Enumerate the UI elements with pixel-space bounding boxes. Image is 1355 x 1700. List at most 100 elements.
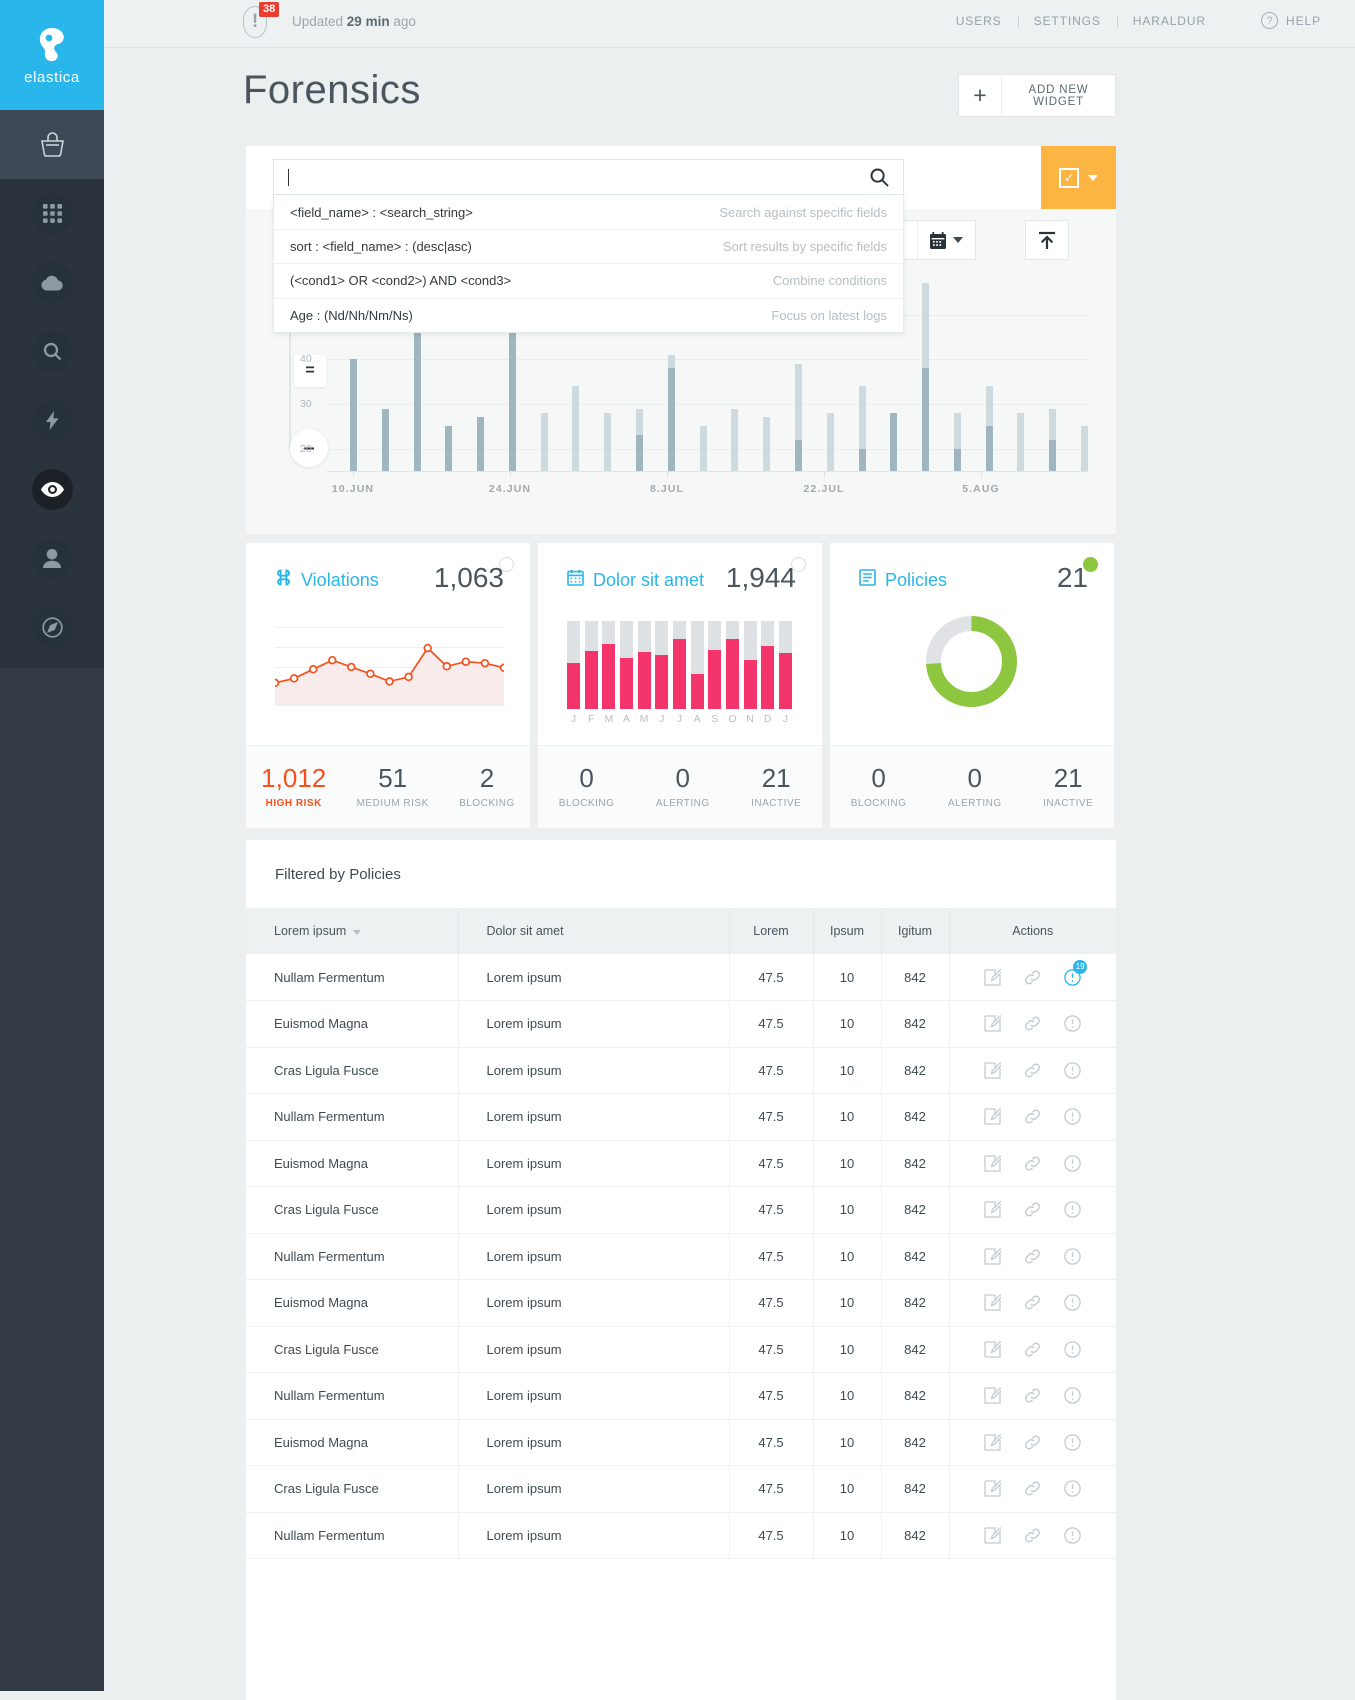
link-icon[interactable]: [1024, 1062, 1041, 1079]
chart-bar[interactable]: [1049, 409, 1056, 472]
search-suggestion-item[interactable]: <field_name> : <search_string> Search ag…: [274, 195, 903, 229]
mini-bar[interactable]: [726, 621, 739, 709]
table-row[interactable]: Euismod MagnaLorem ipsum47.510842: [246, 1280, 1116, 1327]
info-icon[interactable]: [1064, 1155, 1081, 1172]
table-row[interactable]: Nullam FermentumLorem ipsum47.510842: [246, 1094, 1116, 1141]
help-button[interactable]: ? HELP: [1261, 12, 1321, 29]
table-row[interactable]: Cras Ligula FusceLorem ipsum47.510842: [246, 1047, 1116, 1094]
nav-link-users[interactable]: USERS: [940, 14, 1018, 28]
table-row[interactable]: Cras Ligula FusceLorem ipsum47.510842: [246, 1466, 1116, 1513]
column-header-lorem-ipsum[interactable]: Lorem ipsum: [246, 908, 458, 954]
table-row[interactable]: Euismod MagnaLorem ipsum47.510842: [246, 1001, 1116, 1048]
link-icon[interactable]: [1024, 1527, 1041, 1544]
export-button[interactable]: [1025, 220, 1069, 260]
table-row[interactable]: Euismod MagnaLorem ipsum47.510842: [246, 1140, 1116, 1187]
chart-bar[interactable]: [922, 283, 929, 471]
sidebar-item-activity[interactable]: [0, 386, 104, 455]
mini-bar[interactable]: [744, 621, 757, 709]
edit-icon[interactable]: [984, 1294, 1001, 1311]
brand-logo[interactable]: elastica: [0, 0, 104, 110]
mini-bar[interactable]: [673, 621, 686, 709]
chart-bar[interactable]: [350, 359, 357, 471]
column-header-ipsum[interactable]: Ipsum: [813, 908, 881, 954]
chart-bar[interactable]: [827, 413, 834, 471]
chart-bar[interactable]: [763, 417, 770, 471]
chart-bar[interactable]: [477, 417, 484, 471]
link-icon[interactable]: [1024, 1294, 1041, 1311]
chart-bar[interactable]: [700, 426, 707, 471]
chart-bar[interactable]: [604, 413, 611, 471]
search-suggestion-item[interactable]: sort : <field_name> : (desc|asc) Sort re…: [274, 229, 903, 263]
link-icon[interactable]: [1024, 1155, 1041, 1172]
sidebar-item-users[interactable]: [0, 524, 104, 593]
chart-bar[interactable]: [954, 413, 961, 471]
chart-bar[interactable]: [541, 413, 548, 471]
edit-icon[interactable]: [984, 1248, 1001, 1265]
info-icon[interactable]: [1064, 1434, 1081, 1451]
nav-link-settings[interactable]: SETTINGS: [1018, 14, 1117, 28]
edit-icon[interactable]: [984, 1527, 1001, 1544]
mini-bar[interactable]: [779, 621, 792, 709]
link-icon[interactable]: [1024, 1387, 1041, 1404]
info-icon[interactable]: [1064, 1062, 1081, 1079]
edit-icon[interactable]: [984, 1434, 1001, 1451]
mini-bar[interactable]: [567, 621, 580, 709]
info-icon[interactable]: [1064, 1387, 1081, 1404]
link-icon[interactable]: [1024, 1480, 1041, 1497]
chart-bar[interactable]: [890, 413, 897, 471]
sidebar-item-apps[interactable]: [0, 110, 104, 179]
edit-icon[interactable]: [984, 1155, 1001, 1172]
card-toggle-dot[interactable]: [1083, 557, 1098, 572]
chart-bar[interactable]: [1017, 413, 1024, 471]
chart-bar[interactable]: [572, 386, 579, 471]
edit-icon[interactable]: [984, 1480, 1001, 1497]
edit-icon[interactable]: [984, 969, 1001, 986]
chart-bar[interactable]: [795, 364, 802, 471]
mini-bar[interactable]: [585, 621, 598, 709]
mini-bar[interactable]: [602, 621, 615, 709]
chart-bar[interactable]: [731, 409, 738, 472]
widget-card-violations[interactable]: Violations 1,063 1,012 HIGH RISK 51 MEDI…: [246, 543, 530, 828]
link-icon[interactable]: [1024, 1248, 1041, 1265]
sidebar-item-explore[interactable]: [0, 593, 104, 662]
nav-link-account[interactable]: HARALDUR: [1117, 14, 1222, 28]
edit-icon[interactable]: [984, 1341, 1001, 1358]
sidebar-item-dashboard[interactable]: [0, 179, 104, 248]
table-row[interactable]: Nullam FermentumLorem ipsum47.51084219: [246, 954, 1116, 1001]
table-row[interactable]: Nullam FermentumLorem ipsum47.510842: [246, 1373, 1116, 1420]
alert-indicator[interactable]: ! 38: [243, 6, 279, 42]
table-row[interactable]: Euismod MagnaLorem ipsum47.510842: [246, 1419, 1116, 1466]
info-icon[interactable]: [1064, 1108, 1081, 1125]
widget-card-policies[interactable]: Policies 21 0 BLOCKING 0 ALERTING 21 INA…: [830, 543, 1114, 828]
link-icon[interactable]: [1024, 1434, 1041, 1451]
edit-icon[interactable]: [984, 1062, 1001, 1079]
info-icon[interactable]: [1064, 1248, 1081, 1265]
mini-bar[interactable]: [691, 621, 704, 709]
info-icon[interactable]: [1064, 1294, 1081, 1311]
link-icon[interactable]: [1024, 1015, 1041, 1032]
chart-bar[interactable]: [445, 426, 452, 471]
table-row[interactable]: Nullam FermentumLorem ipsum47.510842: [246, 1512, 1116, 1559]
sidebar-item-cloud[interactable]: [0, 248, 104, 317]
column-header-lorem[interactable]: Lorem: [729, 908, 813, 954]
column-header-igitum[interactable]: Igitum: [881, 908, 949, 954]
search-icon[interactable]: [870, 168, 889, 192]
search-suggestion-item[interactable]: Age : (Nd/Nh/Nm/Ns) Focus on latest logs: [274, 298, 903, 332]
table-row[interactable]: Cras Ligula FusceLorem ipsum47.510842: [246, 1326, 1116, 1373]
edit-icon[interactable]: [984, 1201, 1001, 1218]
chart-bar[interactable]: [382, 409, 389, 472]
chart-bar[interactable]: [986, 386, 993, 471]
sidebar-item-search[interactable]: [0, 317, 104, 386]
sidebar-item-forensics[interactable]: [0, 455, 104, 524]
link-icon[interactable]: [1024, 969, 1041, 986]
calendar-dropdown-button[interactable]: [917, 221, 975, 259]
card-toggle-dot[interactable]: [499, 557, 514, 572]
chart-bar[interactable]: [1081, 426, 1088, 471]
bulk-action-button[interactable]: ✓: [1041, 146, 1116, 209]
info-icon[interactable]: [1064, 1015, 1081, 1032]
info-icon[interactable]: [1064, 1527, 1081, 1544]
search-input[interactable]: [273, 159, 904, 195]
card-toggle-dot[interactable]: [791, 557, 806, 572]
search-suggestion-item[interactable]: (<cond1> OR <cond2>) AND <cond3> Combine…: [274, 263, 903, 297]
mini-bar[interactable]: [761, 621, 774, 709]
